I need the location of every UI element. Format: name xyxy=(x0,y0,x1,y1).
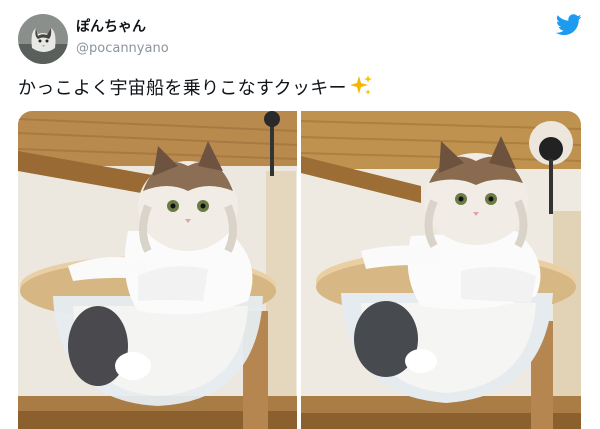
tweet-media xyxy=(18,111,581,429)
twitter-bird-icon[interactable] xyxy=(555,14,582,36)
tweet-text: かっこよく宇宙船を乗りこなすクッキー xyxy=(18,74,373,102)
cat-photo-left[interactable] xyxy=(18,111,297,429)
display-name[interactable]: ぽんちゃん xyxy=(76,18,169,36)
avatar[interactable] xyxy=(18,14,68,64)
tweet-card: ぽんちゃん @pocannyano かっこよく宇宙船を乗りこなすクッキー xyxy=(0,0,600,429)
tweet-body: かっこよく宇宙船を乗りこなすクッキー xyxy=(18,78,347,99)
tweet-header: ぽんちゃん @pocannyano xyxy=(18,14,584,64)
sparkles-icon xyxy=(349,74,373,98)
author-names: ぽんちゃん @pocannyano xyxy=(76,18,169,58)
user-handle[interactable]: @pocannyano xyxy=(76,40,169,58)
cat-photo-right[interactable] xyxy=(301,111,581,429)
